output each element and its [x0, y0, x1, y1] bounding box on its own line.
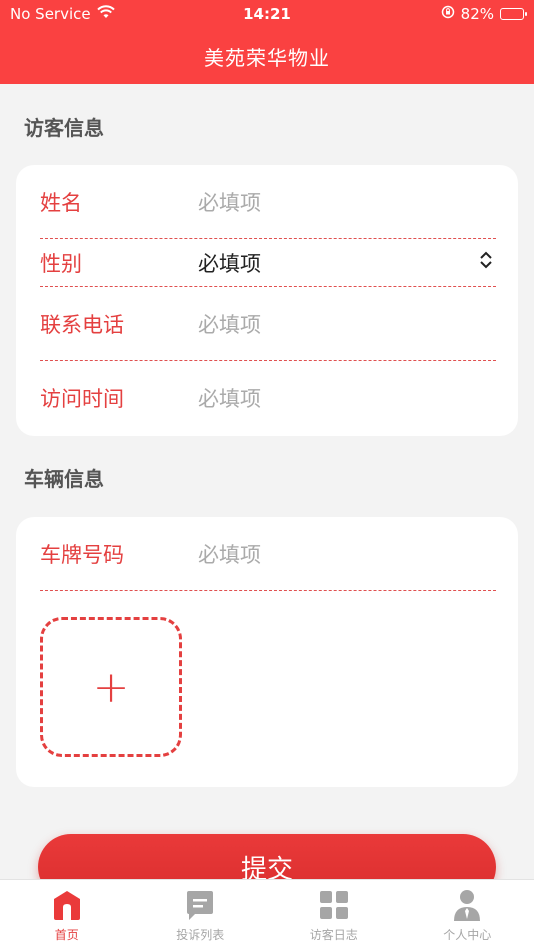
plus-icon: + [92, 661, 130, 713]
visit-time-row: 访问时间 必填项 [40, 361, 496, 435]
name-row: 姓名 必填项 [40, 165, 496, 239]
tab-home-label: 首页 [54, 928, 79, 942]
gender-label: 性别 [40, 251, 82, 276]
tab-visitor-log[interactable]: 访客日志 [267, 880, 401, 950]
tab-bar: 首页 投诉列表 访客日志 个人中心 [0, 879, 534, 950]
page-title: 美苑荣华物业 [204, 46, 330, 70]
rotation-lock-icon [441, 5, 455, 23]
message-icon [184, 888, 216, 922]
tab-complaints[interactable]: 投诉列表 [134, 880, 268, 950]
tab-profile-label: 个人中心 [443, 928, 492, 942]
vehicle-info-card: 车牌号码 必填项 + [16, 517, 518, 787]
photo-upload-button[interactable]: + [40, 617, 182, 757]
app-header: No Service 14:21 82% 美苑荣华物业 [0, 0, 534, 84]
phone-row: 联系电话 必填项 [40, 287, 496, 361]
user-icon [451, 888, 483, 922]
vehicle-section-title: 车辆信息 [24, 467, 104, 491]
name-label: 姓名 [40, 190, 82, 215]
phone-input[interactable]: 必填项 [198, 309, 496, 339]
tab-visitor-log-label: 访客日志 [309, 928, 358, 942]
tab-complaints-label: 投诉列表 [176, 928, 225, 942]
tab-profile[interactable]: 个人中心 [401, 880, 534, 950]
visit-time-input[interactable]: 必填项 [198, 383, 496, 413]
status-bar: No Service 14:21 82% [0, 0, 534, 30]
tab-home[interactable]: 首页 [0, 880, 134, 950]
name-input[interactable]: 必填项 [198, 187, 496, 217]
gender-row[interactable]: 性别 必填项 [40, 239, 496, 287]
phone-label: 联系电话 [40, 312, 124, 337]
home-icon [51, 888, 83, 922]
gender-select[interactable]: 必填项 [198, 248, 476, 278]
plate-row: 车牌号码 必填项 [40, 517, 496, 591]
visitor-info-card: 姓名 必填项 性别 必填项 联系电话 必填项 访问时间 必填项 [16, 165, 518, 436]
plate-label: 车牌号码 [40, 542, 124, 567]
battery-percent: 82% [460, 5, 494, 23]
visit-time-label: 访问时间 [40, 387, 124, 411]
grid-icon [318, 888, 350, 922]
chevron-updown-icon[interactable] [476, 251, 496, 274]
battery-icon [500, 8, 527, 20]
plate-input[interactable]: 必填项 [198, 539, 496, 569]
visitor-section-title: 访客信息 [24, 116, 104, 140]
